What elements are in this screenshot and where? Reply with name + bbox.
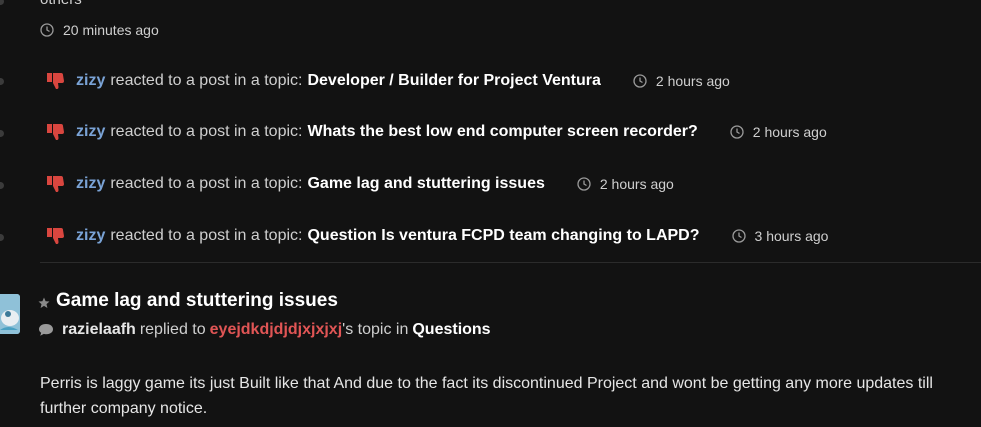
- divider: [40, 262, 981, 263]
- thumbs-down-icon: [47, 228, 64, 244]
- time-text: 20 minutes ago: [63, 22, 159, 38]
- reaction-time: 2 hours ago: [730, 122, 827, 142]
- clock-icon: [633, 74, 647, 88]
- reply-suffix: 's topic in: [342, 321, 409, 338]
- previous-entry-fragment: others: [40, 0, 82, 9]
- reaction-text: reacted to a post in a topic:: [110, 175, 303, 192]
- activity-stream: others 20 minutes ago zizy reacted to a …: [0, 0, 981, 427]
- user-link[interactable]: zizy: [76, 122, 105, 142]
- timeline-dot: [0, 130, 4, 137]
- user-link[interactable]: zizy: [76, 226, 105, 246]
- user-link[interactable]: zizy: [76, 174, 105, 194]
- time-text: 2 hours ago: [752, 124, 827, 140]
- reaction-item: zizy reacted to a post in a topic: Devel…: [46, 71, 730, 91]
- clock-icon: [40, 23, 54, 37]
- time-text: 3 hours ago: [754, 228, 829, 244]
- previous-entry-time: 20 minutes ago: [40, 22, 159, 38]
- time-text: 2 hours ago: [655, 73, 730, 89]
- thumbs-down-icon: [47, 73, 64, 89]
- time-text: 2 hours ago: [599, 176, 674, 192]
- timeline-rail: [0, 0, 14, 250]
- timeline-dot: [0, 182, 4, 189]
- topic-link[interactable]: Whats the best low end computer screen r…: [307, 122, 697, 142]
- reaction-text: reacted to a post in a topic:: [110, 227, 303, 244]
- topic-link[interactable]: Question Is ventura FCPD team changing t…: [307, 226, 699, 246]
- reaction-item: zizy reacted to a post in a topic: Game …: [46, 174, 674, 194]
- reply-text: replied to: [139, 321, 206, 338]
- reaction-time: 2 hours ago: [577, 174, 674, 194]
- topic-link[interactable]: Game lag and stuttering issues: [307, 174, 544, 194]
- reaction-time: 3 hours ago: [731, 226, 829, 246]
- thumbs-down-icon: [47, 124, 64, 140]
- thumbs-down-icon: [47, 176, 64, 192]
- reaction-text: reacted to a post in a topic:: [110, 72, 303, 89]
- forum-link[interactable]: Questions: [412, 321, 490, 339]
- topic-link[interactable]: Developer / Builder for Project Ventura: [307, 71, 600, 91]
- topic-author-link[interactable]: eyejdkdjdjdjxjxjxj: [210, 321, 343, 339]
- timeline-dot: [0, 0, 4, 5]
- reply-user-link[interactable]: razielaafh: [62, 321, 136, 339]
- timeline-dot: [0, 78, 4, 85]
- clock-icon: [731, 229, 746, 243]
- speech-bubble-icon: [39, 324, 53, 336]
- star-icon: [38, 297, 50, 308]
- user-link[interactable]: zizy: [76, 71, 105, 91]
- avatar[interactable]: [0, 294, 20, 334]
- reaction-item: zizy reacted to a post in a topic: Quest…: [46, 226, 828, 246]
- reaction-item: zizy reacted to a post in a topic: Whats…: [46, 122, 827, 142]
- entry-title-text: Game lag and stuttering issues: [56, 290, 338, 311]
- clock-icon: [577, 177, 591, 191]
- reply-meta: razielaafh replied to eyejdkdjdjdjxjxjxj…: [38, 321, 491, 339]
- post-excerpt: Perris is laggy game its just Built like…: [40, 375, 933, 417]
- reaction-text: reacted to a post in a topic:: [110, 123, 303, 140]
- reaction-time: 2 hours ago: [633, 71, 730, 91]
- timeline-dot: [0, 234, 4, 241]
- clock-icon: [730, 125, 744, 139]
- entry-title[interactable]: Game lag and stuttering issues: [38, 290, 338, 312]
- avatar-image: [0, 294, 20, 334]
